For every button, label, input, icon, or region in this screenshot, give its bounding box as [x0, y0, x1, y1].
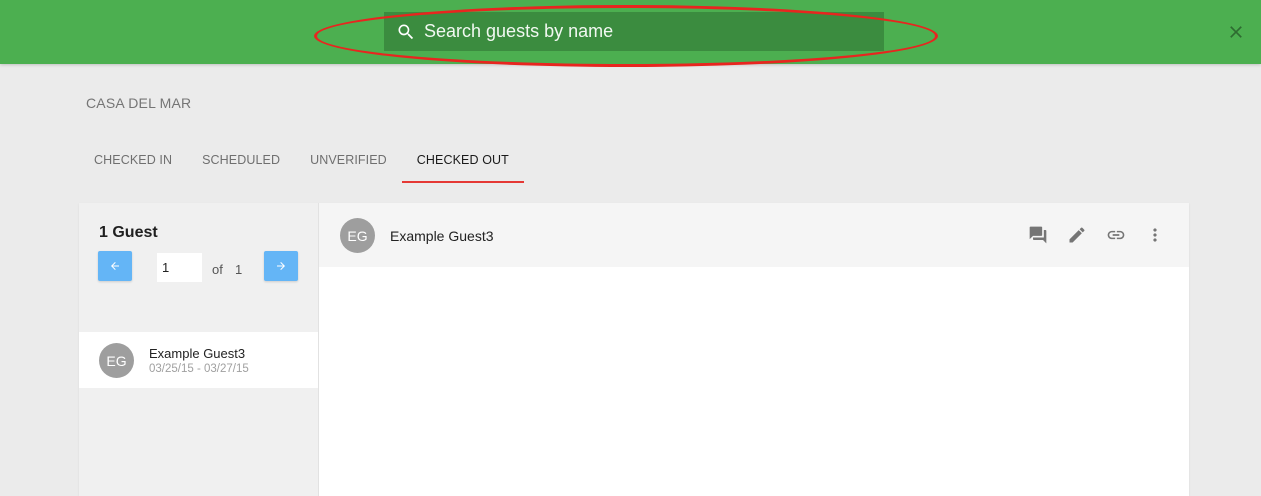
guest-detail-header: EG Example Guest3 — [319, 203, 1189, 267]
guest-list-item[interactable]: EG Example Guest3 03/25/15 - 03/27/15 — [79, 332, 318, 388]
page-total: 1 — [235, 262, 243, 277]
message-icon[interactable] — [1028, 225, 1048, 245]
app-header — [0, 0, 1261, 67]
arrow-left-icon — [111, 262, 119, 270]
close-icon[interactable] — [1226, 22, 1246, 42]
page-number-input[interactable] — [157, 253, 202, 282]
search-bar[interactable] — [384, 12, 884, 51]
status-tabs: CHECKED IN SCHEDULED UNVERIFIED CHECKED … — [79, 140, 524, 184]
tab-unverified[interactable]: UNVERIFIED — [295, 140, 402, 183]
guest-dates: 03/25/15 - 03/27/15 — [149, 363, 249, 375]
search-input[interactable] — [424, 12, 864, 51]
property-name: CASA DEL MAR — [86, 95, 192, 111]
tab-scheduled[interactable]: SCHEDULED — [187, 140, 295, 183]
detail-guest-name: Example Guest3 — [390, 228, 494, 244]
tab-checked-in[interactable]: CHECKED IN — [79, 140, 187, 183]
avatar: EG — [340, 218, 375, 253]
guest-list-column: 1 Guest of 1 EG Example Guest3 03/25/15 … — [79, 203, 319, 496]
more-vert-icon[interactable] — [1145, 225, 1165, 245]
next-page-button[interactable] — [264, 251, 298, 281]
guest-name: Example Guest3 — [149, 346, 246, 361]
edit-icon[interactable] — [1067, 225, 1087, 245]
tab-checked-out[interactable]: CHECKED OUT — [401, 140, 524, 183]
arrow-right-icon — [277, 262, 285, 270]
avatar: EG — [99, 343, 134, 378]
guest-count: 1 Guest — [99, 224, 158, 241]
search-icon — [396, 22, 416, 42]
link-icon[interactable] — [1106, 225, 1126, 245]
guest-panel: 1 Guest of 1 EG Example Guest3 03/25/15 … — [79, 203, 1189, 496]
prev-page-button[interactable] — [98, 251, 132, 281]
page-of-label: of — [212, 262, 223, 277]
